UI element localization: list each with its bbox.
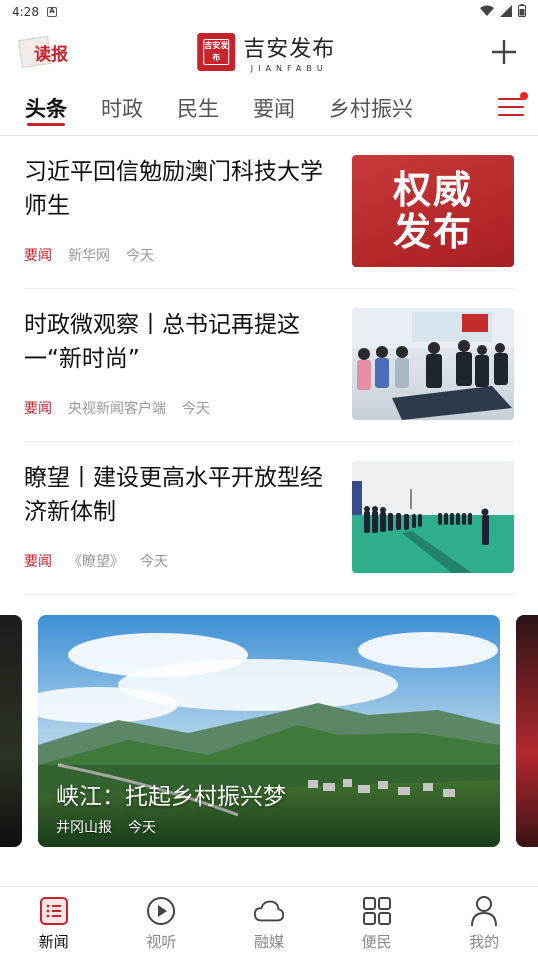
- nav-services[interactable]: 便民: [323, 887, 431, 958]
- news-time: 今天: [140, 554, 168, 570]
- news-source: 《瞭望》: [68, 554, 124, 570]
- tab-headlines[interactable]: 头条: [25, 80, 67, 136]
- news-source: 新华网: [68, 248, 110, 264]
- news-item[interactable]: 习近平回信勉励澳门科技大学师生 要闻 新华网 今天 权威 发布: [24, 136, 514, 289]
- tab-top-news[interactable]: 要闻: [253, 80, 295, 136]
- grid-icon: [361, 895, 393, 927]
- news-time: 今天: [182, 401, 210, 417]
- news-thumbnail: [352, 308, 514, 420]
- news-thumbnail: [352, 461, 514, 573]
- nav-news[interactable]: 新闻: [0, 887, 108, 958]
- logo-subtitle: JIANFABU: [250, 64, 328, 73]
- carousel-time: 今天: [128, 820, 156, 836]
- nav-label: 我的: [469, 933, 500, 951]
- news-title: 习近平回信勉励澳门科技大学师生: [24, 159, 323, 219]
- news-thumbnail: 权威 发布: [352, 155, 514, 267]
- status-bar: 4:28 A: [0, 0, 538, 24]
- carousel-source: 井冈山报: [56, 820, 112, 836]
- app-header: 读报 吉安 发布 吉安发布 JIANFABU: [0, 24, 538, 80]
- plus-icon: [492, 40, 516, 64]
- notification-dot: [520, 92, 528, 100]
- nav-label: 便民: [361, 933, 392, 951]
- news-tag: 要闻: [24, 554, 52, 570]
- news-list: 习近平回信勉励澳门科技大学师生 要闻 新华网 今天 权威 发布 时政微观察丨总书…: [0, 136, 538, 595]
- news-tag: 要闻: [24, 248, 52, 264]
- logo-seal-icon: 吉安 发布: [197, 33, 236, 71]
- battery-icon: [518, 4, 526, 20]
- logo-title: 吉安发布: [243, 37, 336, 62]
- nav-label: 融媒: [253, 933, 284, 951]
- carousel-next-card[interactable]: [516, 615, 538, 847]
- notification-icon: A: [46, 7, 57, 17]
- carousel-title: 峡江：托起乡村振兴梦: [56, 784, 286, 810]
- tab-politics[interactable]: 时政: [101, 80, 143, 136]
- news-item[interactable]: 时政微观察丨总书记再提这一“新时尚” 要闻 央视新闻客户端 今天: [24, 289, 514, 442]
- nav-label: 新闻: [38, 933, 69, 951]
- tab-rural-revitalization[interactable]: 乡村振兴: [329, 80, 413, 136]
- app-logo: 吉安 发布 吉安发布 JIANFABU: [197, 31, 335, 73]
- nav-label: 视听: [146, 933, 177, 951]
- news-list-icon: [38, 895, 70, 927]
- news-title: 瞭望丨建设更高水平开放型经济新体制: [24, 465, 323, 525]
- nav-profile[interactable]: 我的: [430, 887, 538, 958]
- news-tag: 要闻: [24, 401, 52, 417]
- nav-media[interactable]: 融媒: [215, 887, 323, 958]
- channel-tabs: 头条 时政 民生 要闻 乡村振兴: [0, 80, 538, 136]
- news-item[interactable]: 瞭望丨建设更高水平开放型经济新体制 要闻 《瞭望》 今天: [24, 442, 514, 595]
- bottom-nav: 新闻 视听 融媒 便民 我的: [0, 886, 538, 958]
- read-paper-button[interactable]: 读报: [18, 35, 68, 68]
- featured-carousel[interactable]: 峡江：托起乡村振兴梦 井冈山报 今天: [0, 615, 538, 887]
- nav-video[interactable]: 视听: [108, 887, 216, 958]
- tab-livelihood[interactable]: 民生: [177, 80, 219, 136]
- channel-menu-button[interactable]: [498, 92, 528, 120]
- read-paper-label: 读报: [34, 44, 68, 65]
- news-title: 时政微观察丨总书记再提这一“新时尚”: [24, 312, 300, 372]
- wifi-icon: [480, 5, 494, 20]
- carousel-main-card[interactable]: 峡江：托起乡村振兴梦 井冈山报 今天: [38, 615, 500, 847]
- cloud-icon: [253, 895, 285, 927]
- status-time: 4:28: [12, 5, 39, 19]
- user-icon: [468, 895, 500, 927]
- add-button[interactable]: [486, 34, 522, 70]
- play-icon: [145, 895, 177, 927]
- carousel-prev-card[interactable]: [0, 615, 22, 847]
- signal-icon: [500, 4, 512, 20]
- news-source: 央视新闻客户端: [68, 401, 166, 417]
- news-time: 今天: [126, 248, 154, 264]
